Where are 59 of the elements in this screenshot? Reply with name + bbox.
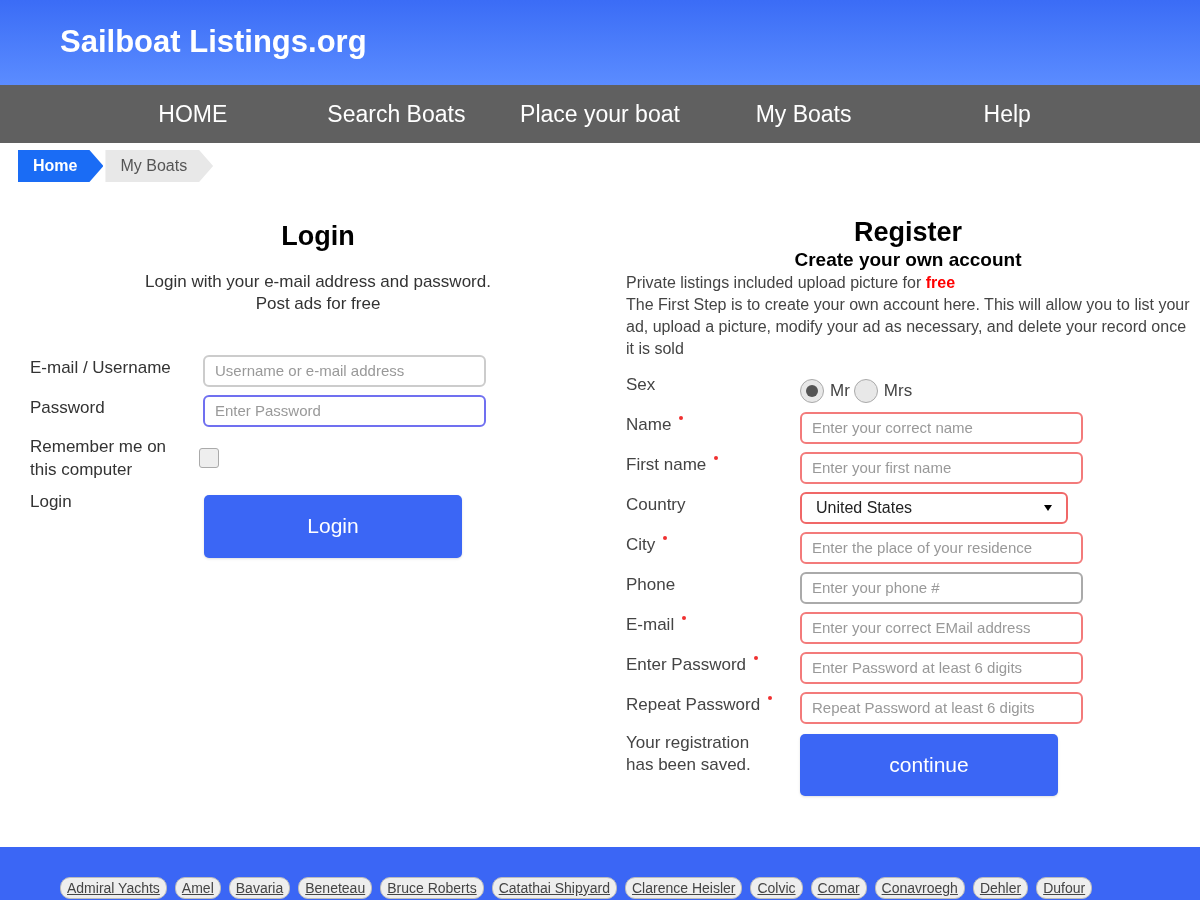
radio-button[interactable] — [853, 378, 878, 403]
brand-tag[interactable]: Dufour — [1036, 877, 1093, 899]
field-label: Country — [626, 493, 686, 516]
nav-link[interactable]: HOME — [91, 96, 295, 132]
breadcrumb-item[interactable]: My Boats — [105, 150, 214, 182]
input-field[interactable]: Enter the place of your residence — [800, 531, 1083, 564]
field-label: E-mail — [626, 613, 675, 636]
brand-tag[interactable]: Catathai Shipyard — [491, 877, 617, 899]
register-description: The First Step is to create your own account here. This will allow you to list your ad, upload a picture, modify your ad as necessary, and delete your record once it is sold — [626, 295, 1190, 359]
brand-tag[interactable]: Admiral Yachts — [60, 877, 167, 899]
breadcrumb-item[interactable]: Home — [18, 150, 104, 182]
brand-tag[interactable]: Dehler — [972, 877, 1029, 899]
input-field[interactable]: Enter your correct EMail address — [800, 611, 1083, 644]
field-label: Phone — [626, 573, 676, 596]
field-label: Sex — [626, 374, 657, 396]
nav-link[interactable]: Search Boats — [294, 96, 499, 132]
nav-link[interactable]: Place your boat — [498, 96, 702, 132]
field-label: City — [626, 533, 656, 556]
login-button[interactable]: Login — [204, 494, 462, 558]
register-note: Private listings included upload picture for free — [626, 273, 957, 293]
login-intro-text: Login with your e-mail address and password. — [145, 270, 491, 293]
field-label: Login — [30, 490, 73, 513]
brand-tag[interactable]: Clarence Heisler — [624, 877, 743, 899]
brand-tag[interactable]: Bruce Roberts — [380, 877, 484, 899]
login-title: Login — [280, 220, 356, 253]
country-select[interactable]: United States — [800, 491, 1068, 524]
input-field[interactable]: Repeat Password at least 6 digits — [800, 691, 1083, 724]
input-field[interactable]: Enter Password at least 6 digits — [800, 651, 1083, 684]
brand-tag[interactable]: Comar — [810, 877, 867, 899]
radio-label: Mr — [830, 380, 850, 402]
field-label: Repeat Password — [626, 693, 761, 716]
brand-tag[interactable]: Bavaria — [228, 877, 291, 899]
field-label: First name — [626, 453, 707, 476]
brand-tag[interactable]: Amel — [174, 877, 221, 899]
register-title: Register — [852, 216, 963, 248]
brand-tag[interactable]: Conavroegh — [874, 877, 965, 899]
nav-link[interactable]: Help — [905, 96, 1109, 132]
input-field[interactable]: Enter your first name — [800, 451, 1083, 484]
radio-button[interactable] — [800, 378, 824, 403]
brand-tag[interactable]: Colvic — [750, 877, 803, 899]
registration-status-text: Your registration has been saved. — [626, 731, 752, 776]
remember-checkbox[interactable] — [199, 447, 219, 468]
radio-label: Mrs — [883, 380, 913, 402]
input-field[interactable]: Enter your correct name — [800, 411, 1083, 444]
input-field[interactable]: Enter your phone # — [800, 571, 1083, 604]
login-intro-text: Post ads for free — [255, 292, 381, 315]
field-label: Enter Password — [626, 653, 746, 676]
field-label: Remember me on this computer — [30, 435, 168, 481]
dropdown-caret-icon — [1044, 504, 1052, 511]
brand-tag[interactable]: Beneteau — [298, 877, 373, 899]
field-label: Password — [30, 396, 106, 419]
field-label: E-mail / Username — [30, 356, 172, 379]
field-label: Name — [626, 413, 672, 436]
continue-button[interactable]: continue — [800, 733, 1058, 796]
nav-link[interactable]: My Boats — [701, 96, 906, 132]
site-title[interactable]: Sailboat Listings.org — [60, 19, 367, 66]
input-field[interactable]: Username or e-mail address — [203, 354, 486, 387]
input-field[interactable]: Enter Password — [203, 394, 486, 427]
register-subtitle: Create your own account — [793, 248, 1023, 272]
